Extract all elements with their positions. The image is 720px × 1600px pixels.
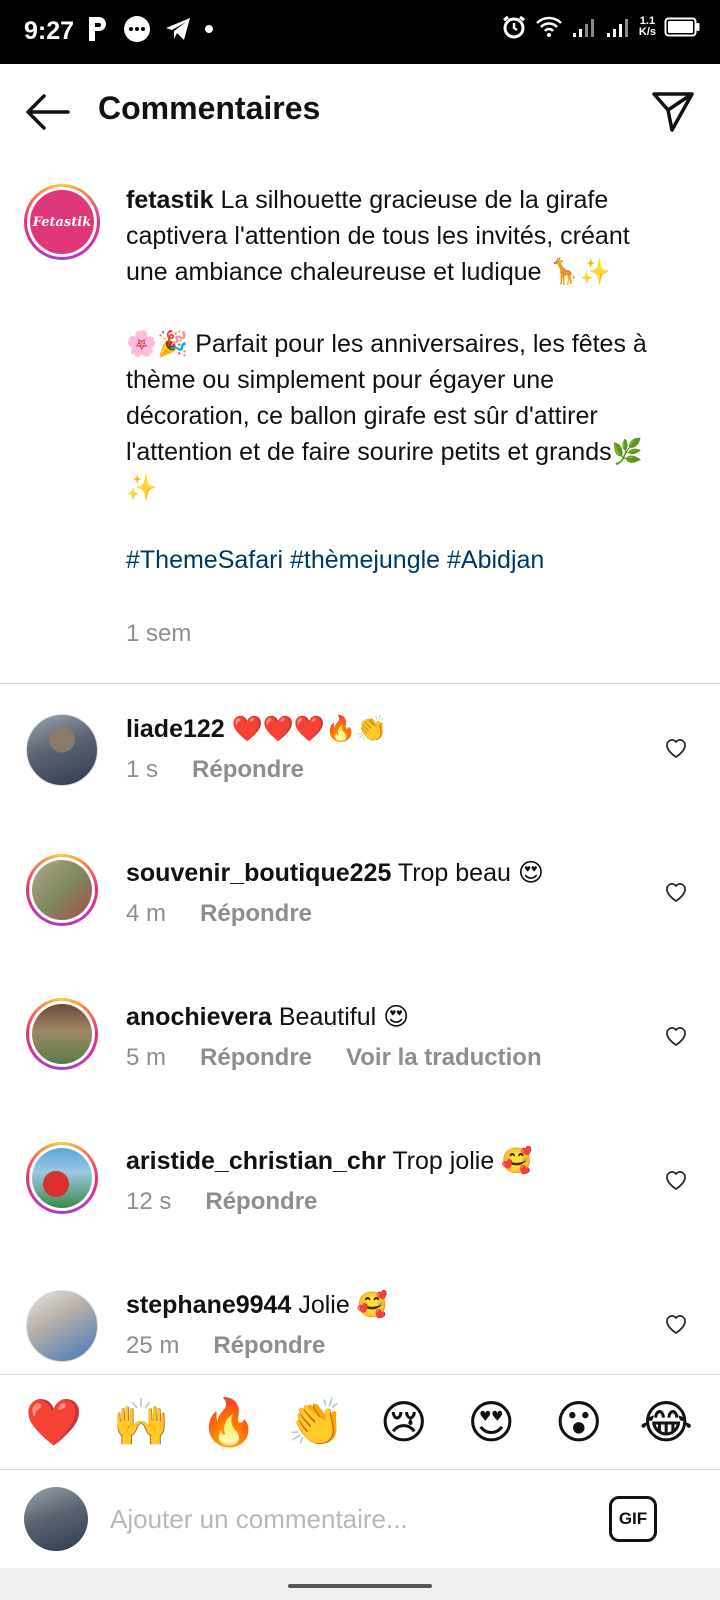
crying-emoji-button[interactable]: 😢 xyxy=(372,1399,436,1445)
dot-icon xyxy=(205,25,213,33)
laughing-emoji-button[interactable]: 😂 xyxy=(634,1399,698,1445)
telegram-icon xyxy=(166,18,190,40)
author-username[interactable]: fetastik xyxy=(126,186,214,214)
heart-eyes-emoji-button[interactable]: 😍 xyxy=(459,1399,523,1445)
caption-hashtags[interactable]: #ThemeSafari #thèmejungle #Abidjan xyxy=(126,542,656,578)
comment-text: Trop jolie 🥰 xyxy=(392,1147,533,1175)
red-heart-emoji-button[interactable]: ❤️ xyxy=(22,1399,86,1445)
comment-time: 12 s xyxy=(126,1188,172,1215)
comment-item: aristide_christian_chr Trop jolie 🥰 12 s… xyxy=(0,1132,720,1276)
messenger-icon xyxy=(124,16,150,42)
home-gesture-handle[interactable] xyxy=(288,1584,432,1588)
alarm-icon xyxy=(502,15,525,39)
post-caption: Fetastik fetastik La silhouette gracieus… xyxy=(0,168,720,684)
avatar[interactable] xyxy=(26,998,98,1070)
caption-body: fetastik La silhouette gracieuse de la g… xyxy=(126,182,656,578)
avatar[interactable] xyxy=(26,714,98,786)
comment-item: stephane9944 Jolie 🥰 25 m Répondre xyxy=(0,1276,720,1372)
comment-text: Beautiful 😍 xyxy=(278,1003,410,1031)
parking-app-icon xyxy=(89,17,106,41)
comment-time: 1 s xyxy=(126,756,159,783)
comment-input[interactable] xyxy=(110,1497,570,1541)
comment-item: souvenir_boutique225 Trop beau 😍 4 m Rép… xyxy=(0,844,720,988)
system-icons: 1.1 K/s xyxy=(501,14,700,40)
heart-icon[interactable] xyxy=(664,736,688,760)
signal-2-icon xyxy=(606,19,628,37)
emoji-reaction-bar: ❤️ 🙌 🔥 👏 😢 😍 😮 😂 xyxy=(0,1374,720,1470)
own-avatar xyxy=(24,1487,88,1551)
reply-button[interactable]: Répondre xyxy=(200,1044,312,1072)
author-avatar[interactable]: Fetastik xyxy=(24,184,100,260)
comment-text: Trop beau 😍 xyxy=(397,859,544,887)
raising-hands-emoji-button[interactable]: 🙌 xyxy=(109,1399,173,1445)
surprised-emoji-button[interactable]: 😮 xyxy=(547,1399,611,1445)
notification-icons xyxy=(86,14,214,44)
comment-composer: GIF xyxy=(0,1471,720,1568)
fetastik-logo: Fetastik xyxy=(30,190,94,254)
see-translation-button[interactable]: Voir la traduction xyxy=(346,1044,542,1072)
comment-username[interactable]: anochievera xyxy=(126,1003,272,1031)
comment-text: Jolie 🥰 xyxy=(298,1291,388,1319)
share-send-icon[interactable] xyxy=(648,86,698,136)
system-nav-bar xyxy=(0,1568,720,1600)
caption-paragraph-2: 🌸🎉 Parfait pour les anniversaires, les f… xyxy=(126,330,654,502)
avatar[interactable] xyxy=(26,1142,98,1214)
comment-item: anochievera Beautiful 😍 5 m Répondre Voi… xyxy=(0,988,720,1132)
wifi-icon xyxy=(535,16,562,37)
comment-username[interactable]: liade122 xyxy=(126,715,225,743)
clapping-emoji-button[interactable]: 👏 xyxy=(284,1399,348,1445)
comment-item: liade122 ❤️❤️❤️🔥👏 1 s Répondre xyxy=(0,700,720,844)
reply-button[interactable]: Répondre xyxy=(213,1332,325,1360)
avatar[interactable] xyxy=(26,1290,98,1362)
reply-button[interactable]: Répondre xyxy=(200,900,312,928)
gif-button[interactable]: GIF xyxy=(609,1496,657,1542)
caption-timestamp: 1 sem xyxy=(126,620,192,647)
heart-icon[interactable] xyxy=(664,1024,688,1048)
comment-time: 25 m xyxy=(126,1332,180,1359)
heart-icon[interactable] xyxy=(664,1312,688,1336)
back-arrow-icon[interactable] xyxy=(22,88,72,136)
comment-username[interactable]: souvenir_boutique225 xyxy=(126,859,391,887)
header: Commentaires xyxy=(0,64,720,160)
reply-button[interactable]: Répondre xyxy=(192,756,304,784)
avatar[interactable] xyxy=(26,854,98,926)
network-speed: 1.1 K/s xyxy=(638,15,656,38)
comment-time: 4 m xyxy=(126,900,167,927)
comment-time: 5 m xyxy=(126,1044,167,1071)
comment-username[interactable]: aristide_christian_chr xyxy=(126,1147,386,1175)
fire-emoji-button[interactable]: 🔥 xyxy=(197,1399,261,1445)
comment-username[interactable]: stephane9944 xyxy=(126,1291,291,1319)
reply-button[interactable]: Répondre xyxy=(205,1188,317,1216)
page-title: Commentaires xyxy=(98,90,321,126)
status-time: 9:27 xyxy=(24,17,75,45)
signal-1-icon xyxy=(572,19,594,37)
heart-icon[interactable] xyxy=(664,1168,688,1192)
status-bar: 9:27 1.1 K/s xyxy=(0,0,720,64)
heart-icon[interactable] xyxy=(664,880,688,904)
comment-text: ❤️❤️❤️🔥👏 xyxy=(231,715,388,743)
battery-icon xyxy=(664,17,700,37)
